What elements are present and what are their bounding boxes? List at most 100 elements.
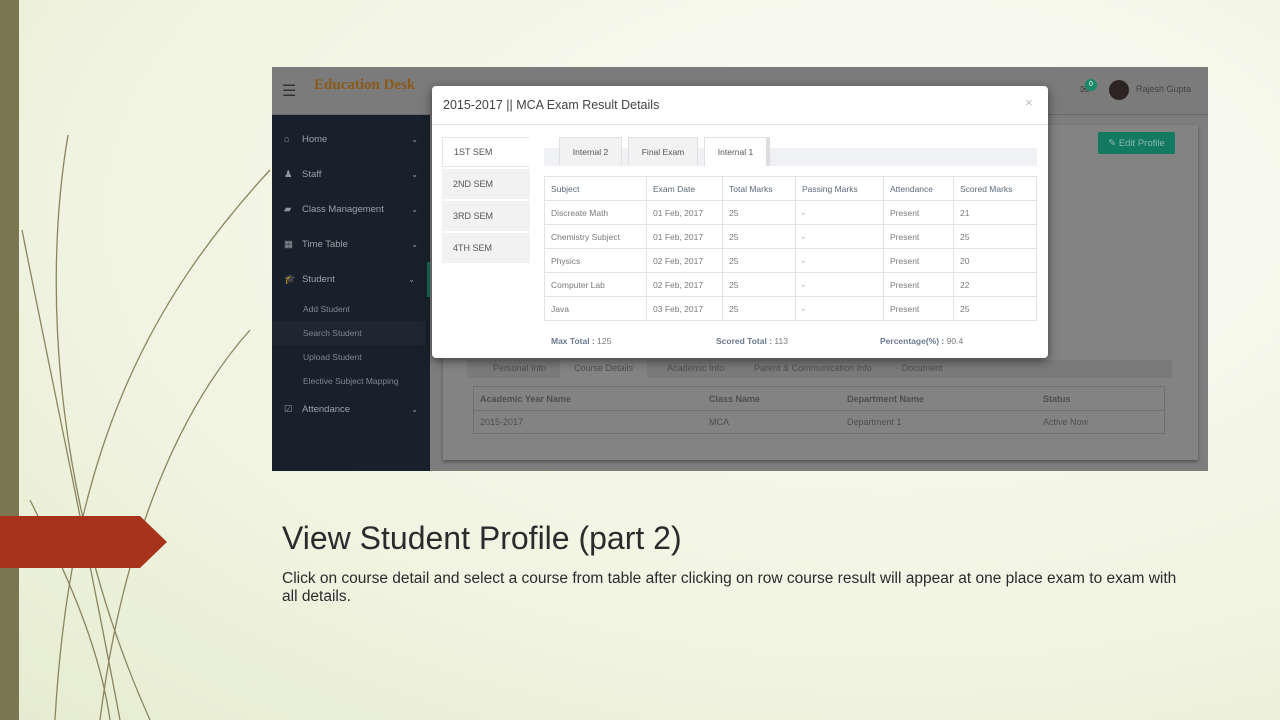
sidebar-item-attendance[interactable]: ☑ Attendance ⌄ bbox=[272, 392, 430, 427]
tab-academic-info[interactable]: Academic Info bbox=[647, 360, 754, 378]
avatar[interactable] bbox=[1109, 80, 1129, 100]
label: Class Management bbox=[302, 204, 384, 215]
table-row: Physics 02 Feb, 2017 25- Present 20 bbox=[544, 248, 1037, 273]
table-cell: Java bbox=[544, 296, 647, 321]
app-screenshot: ☰ Education Desk ✉ 0 Rajesh Gupta ⌂ Home ⌄… bbox=[272, 67, 1208, 471]
table-cell: 20 bbox=[953, 248, 1037, 273]
table-header-row: Subject Exam Date Total Marks Passing Ma… bbox=[544, 176, 1037, 201]
edit-icon: ✎ bbox=[1108, 137, 1119, 149]
tab-document[interactable]: Document bbox=[902, 360, 943, 378]
header-cell: Exam Date bbox=[646, 176, 723, 201]
sidebar-item-home[interactable]: ⌂ Home ⌄ bbox=[272, 122, 430, 157]
table-cell: 22 bbox=[953, 272, 1037, 297]
table-cell: - bbox=[795, 200, 884, 225]
table-cell: Present bbox=[883, 248, 954, 273]
logo[interactable]: Education Desk bbox=[314, 77, 415, 94]
table-cell: Present bbox=[883, 272, 954, 297]
table-cell: 02 Feb, 2017 bbox=[646, 248, 723, 273]
slide-arrow-accent bbox=[0, 516, 167, 568]
semester-tab-2[interactable]: 2ND SEM bbox=[442, 169, 530, 199]
table-cell: - bbox=[795, 272, 884, 297]
label: Staff bbox=[302, 169, 322, 180]
table-row: Discreate Math 01 Feb, 2017 25- Present 21 bbox=[544, 200, 1037, 225]
decorative-curves bbox=[21, 134, 271, 720]
cell: Active Now bbox=[1043, 417, 1089, 427]
percentage: Percentage(%) : 90.4 bbox=[880, 336, 963, 346]
table-row: Computer Lab 02 Feb, 2017 25- Present 22 bbox=[544, 272, 1037, 297]
user-menu[interactable]: Rajesh Gupta bbox=[1136, 84, 1191, 94]
tab-parent-communication-info[interactable]: Parent & Communication Info bbox=[754, 360, 902, 378]
sidebar-subitem-add-student[interactable]: Add Student bbox=[272, 297, 426, 321]
semester-tab-3[interactable]: 3RD SEM bbox=[442, 201, 530, 231]
graduation-cap-icon: 🎓 bbox=[284, 274, 296, 285]
book-icon: ▰ bbox=[284, 204, 292, 215]
sidebar-item-staff[interactable]: ♟ Staff ⌄ bbox=[272, 157, 430, 192]
table-cell: - bbox=[795, 248, 884, 273]
label: Percentage(%) : bbox=[880, 336, 945, 346]
table-cell: 25 bbox=[722, 248, 796, 273]
edit-profile-button[interactable]: ✎ Edit Profile bbox=[1098, 132, 1175, 154]
scored-total: Scored Total : 113 bbox=[716, 336, 788, 346]
label: Student bbox=[302, 274, 335, 285]
header-cell: Passing Marks bbox=[795, 176, 884, 201]
notification-badge: 0 bbox=[1085, 79, 1097, 91]
table-cell: 25 bbox=[722, 224, 796, 249]
label: Time Table bbox=[302, 239, 348, 250]
header-cell: Attendance bbox=[883, 176, 954, 201]
exam-tab-final-exam[interactable]: Final Exam bbox=[628, 137, 698, 166]
table-cell: - bbox=[795, 224, 884, 249]
max-total: Max Total : 125 bbox=[551, 336, 611, 346]
table-cell: Present bbox=[883, 200, 954, 225]
table-cell: 25 bbox=[953, 296, 1037, 321]
label: Home bbox=[302, 134, 328, 145]
table-cell: 21 bbox=[953, 200, 1037, 225]
label: Scored Total : bbox=[716, 336, 773, 346]
sidebar-subitem-search-student[interactable]: Search Student bbox=[272, 321, 426, 345]
home-icon: ⌂ bbox=[284, 134, 290, 145]
table-row: Chemistry Subject 01 Feb, 2017 25- Present 2… bbox=[544, 224, 1037, 249]
table-cell: Present bbox=[883, 224, 954, 249]
exam-tab-internal-2[interactable]: Internal 2 bbox=[559, 137, 622, 166]
tab-course-details[interactable]: Course Details bbox=[560, 360, 648, 378]
table-cell: 01 Feb, 2017 bbox=[646, 224, 723, 249]
slide-title: View Student Profile (part 2) bbox=[282, 520, 682, 556]
table-cell: 25 bbox=[722, 272, 796, 297]
table-cell: Discreate Math bbox=[544, 200, 647, 225]
cell: MCA bbox=[709, 417, 729, 427]
header-cell: Class Name bbox=[709, 394, 761, 404]
course-table-header: Academic Year Name Class Name Department… bbox=[474, 387, 1164, 411]
value: 113 bbox=[774, 336, 788, 346]
chevron-down-icon: ⌄ bbox=[411, 405, 418, 414]
chevron-down-icon: ⌄ bbox=[411, 170, 418, 179]
hamburger-menu-icon[interactable]: ☰ bbox=[282, 81, 296, 101]
table-cell: Computer Lab bbox=[544, 272, 647, 297]
table-row: Java 03 Feb, 2017 25- Present 25 bbox=[544, 296, 1037, 321]
sidebar-item-class-management[interactable]: ▰ Class Management ⌄ bbox=[272, 192, 430, 227]
header-cell: Status bbox=[1043, 394, 1071, 404]
semester-tab-4[interactable]: 4TH SEM bbox=[442, 233, 530, 263]
header-cell: Scored Marks bbox=[953, 176, 1037, 201]
header-cell: Subject bbox=[544, 176, 647, 201]
chevron-down-icon: ⌄ bbox=[408, 275, 415, 284]
sidebar-item-time-table[interactable]: ▦ Time Table ⌄ bbox=[272, 227, 430, 262]
label: Edit Profile bbox=[1118, 137, 1165, 149]
table-cell: 01 Feb, 2017 bbox=[646, 200, 723, 225]
table-cell: - bbox=[795, 296, 884, 321]
user-icon: ♟ bbox=[284, 169, 293, 180]
label: Max Total : bbox=[551, 336, 595, 346]
exam-results-table: Subject Exam Date Total Marks Passing Ma… bbox=[544, 176, 1037, 321]
sidebar-subitem-elective-subject-mapping[interactable]: Elective Subject Mapping bbox=[272, 369, 426, 393]
calendar-icon: ▦ bbox=[284, 239, 293, 250]
chevron-down-icon: ⌄ bbox=[411, 205, 418, 214]
table-cell: 25 bbox=[953, 224, 1037, 249]
exam-tab-internal-1[interactable]: Internal 1 bbox=[704, 137, 770, 166]
course-table-row[interactable]: 2015-2017 MCA Department 1 Active Now bbox=[474, 411, 1164, 434]
tab-personal-info[interactable]: Personal Info bbox=[467, 360, 560, 378]
chevron-down-icon: ⌄ bbox=[411, 135, 418, 144]
close-icon[interactable]: × bbox=[1025, 95, 1033, 110]
sidebar-item-student[interactable]: 🎓 Student ⌄ bbox=[272, 262, 430, 297]
table-cell: Chemistry Subject bbox=[544, 224, 647, 249]
sidebar-subitem-upload-student[interactable]: Upload Student bbox=[272, 345, 426, 369]
semester-tab-1[interactable]: 1ST SEM bbox=[442, 137, 530, 167]
chevron-down-icon: ⌄ bbox=[411, 240, 418, 249]
